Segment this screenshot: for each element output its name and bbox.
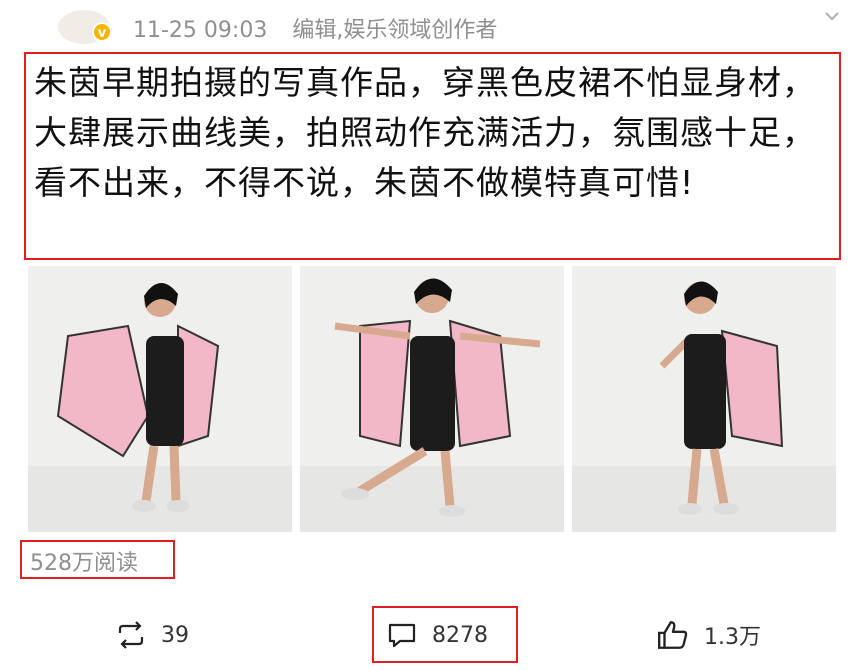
- comment-count: 8278: [432, 622, 488, 648]
- comment-button[interactable]: 8278: [386, 615, 488, 655]
- read-count: 528万阅读: [30, 551, 138, 576]
- post-header: v 11-25 09:03 编辑,娱乐领域创作者: [0, 0, 855, 50]
- chevron-down-icon[interactable]: [822, 6, 842, 26]
- photo-3[interactable]: [572, 266, 836, 532]
- photo-2[interactable]: [300, 266, 564, 532]
- repost-count: 39: [161, 622, 189, 648]
- post-meta: 11-25 09:03 编辑,娱乐领域创作者: [133, 12, 497, 44]
- repost-icon: [115, 619, 147, 651]
- photo-grid: [28, 266, 836, 532]
- repost-button[interactable]: 39: [115, 615, 189, 655]
- post-text: 朱茵早期拍摄的写真作品，穿黑色皮裙不怕显身材，大肆展示曲线美，拍照动作充满活力，…: [24, 52, 841, 260]
- verified-badge-icon: v: [92, 22, 112, 42]
- comment-icon: [386, 619, 418, 651]
- like-count: 1.3万: [704, 625, 761, 650]
- author-description: 编辑,娱乐领域创作者: [292, 18, 498, 43]
- like-icon: [656, 618, 690, 652]
- post-timestamp: 11-25 09:03: [133, 18, 268, 43]
- like-button[interactable]: 1.3万: [656, 615, 761, 655]
- photo-1[interactable]: [28, 266, 292, 532]
